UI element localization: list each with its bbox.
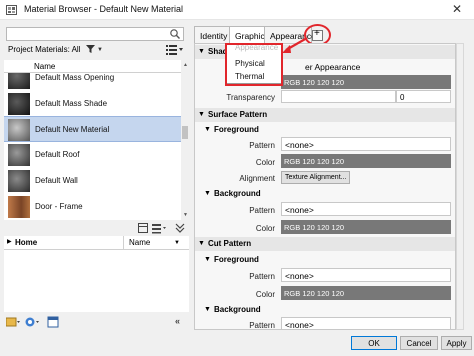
properties-panel: ▼ Shading er Appearance RGB 120 120 120 … — [194, 43, 456, 330]
list-item[interactable]: Default Mass Shade — [4, 91, 181, 117]
bottom-toolbar-icons[interactable] — [6, 316, 66, 328]
material-thumbnail — [8, 170, 30, 192]
collapse-triangle-icon[interactable]: ▼ — [204, 256, 211, 263]
surface-fg-pattern-field[interactable]: <none> — [281, 137, 451, 151]
surface-background-header[interactable]: ▼ Background — [195, 188, 455, 201]
window-title: Material Browser - Default New Material — [24, 4, 184, 14]
color-label: Color — [255, 224, 275, 233]
cut-foreground-header[interactable]: ▼ Foreground — [195, 254, 455, 267]
subsection-label: Background — [214, 305, 261, 314]
name-column-header[interactable]: Name — [4, 60, 181, 73]
section-label: Surface Pattern — [208, 110, 268, 119]
list-item-selected[interactable]: Default New Material — [4, 116, 181, 142]
material-label: Default Wall — [35, 176, 78, 185]
material-label: Default New Material — [35, 125, 110, 134]
list-item[interactable]: Default Wall — [4, 168, 181, 194]
list-item[interactable]: Default Roof — [4, 142, 181, 168]
list-item[interactable]: Default Mass Opening — [4, 73, 181, 91]
cut-background-header[interactable]: ▼ Background — [195, 304, 455, 317]
transparency-slider[interactable] — [281, 90, 396, 103]
surface-bg-color-field[interactable]: RGB 120 120 120 — [281, 220, 451, 234]
material-label: Default Mass Opening — [35, 73, 115, 82]
name-sort-dropdown-icon[interactable]: ▼ — [174, 240, 180, 246]
surface-pattern-section-header[interactable]: ▼ Surface Pattern — [195, 108, 455, 122]
material-thumbnail — [8, 73, 30, 89]
ok-button[interactable]: OK — [351, 336, 397, 350]
use-render-appearance-label[interactable]: er Appearance — [305, 62, 360, 72]
collapse-panel-icon[interactable]: « — [175, 316, 180, 326]
material-list: Default Mass Opening Default Mass Shade … — [4, 73, 181, 220]
surface-fg-color-field[interactable]: RGB 120 120 120 — [281, 154, 451, 168]
close-icon[interactable]: ✕ — [452, 2, 462, 16]
annotation-arrow — [282, 37, 308, 53]
material-label: Default Mass Shade — [35, 99, 108, 108]
search-input[interactable] — [6, 27, 184, 41]
transparency-label: Transparency — [226, 93, 275, 102]
material-thumbnail — [8, 196, 30, 218]
collapse-triangle-icon[interactable]: ▼ — [204, 190, 211, 197]
collapse-triangle-icon[interactable]: ▼ — [198, 240, 205, 247]
section-label: Cut Pattern — [208, 239, 252, 248]
collapse-triangle-icon[interactable]: ▼ — [204, 306, 211, 313]
tab-graphics[interactable]: Graphics — [229, 26, 269, 44]
scrollbar-thumb[interactable] — [182, 126, 188, 139]
pattern-label: Pattern — [249, 321, 275, 330]
texture-alignment-button[interactable]: Texture Alignment... — [281, 171, 351, 184]
properties-scrollbar[interactable] — [456, 43, 464, 330]
library-name-label: Name — [129, 238, 151, 247]
transparency-value-field[interactable]: 0 — [396, 90, 451, 103]
collapse-triangle-icon[interactable]: ▼ — [198, 48, 205, 55]
cut-fg-pattern-field[interactable]: <none> — [281, 268, 451, 282]
material-label: Door - Frame — [35, 202, 83, 211]
alignment-label: Alignment — [239, 174, 275, 183]
subsection-label: Foreground — [214, 125, 259, 134]
cancel-button[interactable]: Cancel — [400, 336, 438, 350]
pattern-label: Pattern — [249, 272, 275, 281]
cut-fg-color-field[interactable]: RGB 120 120 120 — [281, 286, 451, 300]
material-thumbnail — [8, 119, 30, 141]
library-name-header[interactable]: Name ▼ — [124, 236, 189, 250]
list-view-icon[interactable] — [166, 44, 184, 55]
scroll-up-icon[interactable]: ▲ — [183, 62, 188, 68]
surface-foreground-header[interactable]: ▼ Foreground — [195, 124, 455, 137]
subsection-label: Foreground — [214, 255, 259, 264]
list-item[interactable]: Door - Frame — [4, 194, 181, 220]
color-label: Color — [255, 158, 275, 167]
color-label: Color — [255, 290, 275, 299]
shading-color-field[interactable]: RGB 120 120 120 — [281, 75, 451, 89]
name-column-label: Name — [34, 62, 56, 71]
library-tree-header[interactable]: ▶ Home — [4, 236, 124, 250]
pattern-label: Pattern — [249, 141, 275, 150]
pattern-label: Pattern — [249, 206, 275, 215]
cut-bg-pattern-field[interactable]: <none> — [281, 317, 451, 329]
material-thumbnail — [8, 93, 30, 115]
material-label: Default Roof — [35, 150, 80, 159]
filter-icon[interactable] — [86, 45, 96, 54]
search-icon[interactable] — [169, 28, 181, 40]
subsection-label: Background — [214, 189, 261, 198]
filter-dropdown-icon[interactable]: ▼ — [97, 47, 103, 53]
apply-button[interactable]: Apply — [441, 336, 472, 350]
expand-triangle-icon[interactable]: ▶ — [7, 238, 12, 245]
tab-identity[interactable]: Identity — [194, 26, 230, 43]
collapse-triangle-icon[interactable]: ▼ — [204, 126, 211, 133]
cut-pattern-section-header[interactable]: ▼ Cut Pattern — [195, 237, 455, 251]
collapse-triangle-icon[interactable]: ▼ — [198, 111, 205, 118]
project-materials-label[interactable]: Project Materials: All — [8, 45, 80, 54]
library-toolbar-icons[interactable] — [138, 223, 186, 234]
material-thumbnail — [8, 144, 30, 166]
material-browser-icon — [6, 5, 17, 15]
material-list-scrollbar[interactable] — [181, 60, 189, 220]
library-home-label[interactable]: Home — [15, 238, 37, 247]
scroll-down-icon[interactable]: ▼ — [183, 212, 188, 218]
surface-bg-pattern-field[interactable]: <none> — [281, 202, 451, 216]
